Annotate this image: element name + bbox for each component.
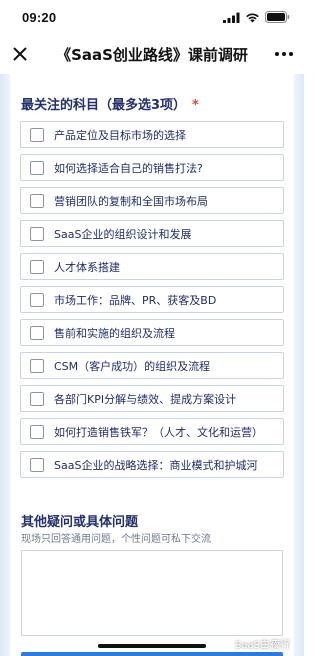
option-label: 营销团队的复制和全国市场布局 <box>54 194 208 208</box>
checkbox[interactable] <box>30 292 44 307</box>
submit-button[interactable] <box>21 652 283 656</box>
checkbox[interactable] <box>30 127 44 142</box>
question-2-title: 其他疑问或具体问题 <box>21 515 139 530</box>
option-item[interactable]: 人才体系搭建 <box>20 253 284 280</box>
option-label: 产品定位及目标市场的选择 <box>54 128 186 142</box>
watermark-text: SaaS白夜行 <box>235 640 290 651</box>
close-button[interactable] <box>0 34 40 74</box>
survey-page: 最关注的科目（最多选3项） * 产品定位及目标市场的选择 如何选择适合自己的销售打… <box>0 74 304 656</box>
option-item[interactable]: 各部门KPI分解与绩效、提成方案设计 <box>20 385 284 412</box>
question-2-textarea[interactable] <box>21 550 283 636</box>
option-label: SaaS企业的组织设计和发展 <box>54 227 192 241</box>
option-label: 如何打造销售铁军？（人才、文化和运营） <box>54 425 263 439</box>
option-item[interactable]: CSM（客户成功）的组织及流程 <box>20 352 284 379</box>
checkbox[interactable] <box>30 259 44 274</box>
checkbox[interactable] <box>30 160 44 175</box>
option-item[interactable]: 产品定位及目标市场的选择 <box>20 121 284 148</box>
watermark: SaaS白夜行 <box>218 636 290 651</box>
option-item[interactable]: SaaS企业的战略选择：商业模式和护城河 <box>20 451 284 478</box>
option-label: 售前和实施的组织及流程 <box>54 326 175 340</box>
checkbox[interactable] <box>30 193 44 208</box>
option-item[interactable]: 营销团队的复制和全国市场布局 <box>20 187 284 214</box>
more-button[interactable] <box>264 34 304 74</box>
option-label: 各部门KPI分解与绩效、提成方案设计 <box>54 392 237 406</box>
option-item[interactable]: 售前和实施的组织及流程 <box>20 319 284 346</box>
status-icons <box>223 11 290 23</box>
battery-icon <box>265 11 290 23</box>
option-label: 人才体系搭建 <box>54 260 120 274</box>
home-indicator[interactable] <box>98 644 206 648</box>
wechat-icon <box>218 637 232 649</box>
status-bar: 09:20 <box>0 0 304 34</box>
signal-icon <box>223 12 240 23</box>
question-1-title: 最关注的科目（最多选3项） * <box>21 94 199 113</box>
more-dots-icon <box>275 52 293 56</box>
option-label: SaaS企业的战略选择：商业模式和护城河 <box>54 458 258 472</box>
checkbox[interactable] <box>30 424 44 439</box>
checkbox[interactable] <box>30 391 44 406</box>
option-label: CSM（客户成功）的组织及流程 <box>54 359 211 373</box>
option-item[interactable]: 如何打造销售铁军？（人才、文化和运营） <box>20 418 284 445</box>
checkbox[interactable] <box>30 226 44 241</box>
option-item[interactable]: 市场工作：品牌、PR、获客及BD <box>20 286 284 313</box>
option-item[interactable]: 如何选择适合自己的销售打法? <box>20 154 284 181</box>
option-item[interactable]: SaaS企业的组织设计和发展 <box>20 220 284 247</box>
checkbox[interactable] <box>30 325 44 340</box>
page-title: 《SaaS创业路线》课前调研 <box>56 45 248 64</box>
question-1-text: 最关注的科目（最多选3项） <box>21 98 187 113</box>
survey-card: 最关注的科目（最多选3项） * 产品定位及目标市场的选择 如何选择适合自己的销售打… <box>10 74 294 656</box>
checkbox[interactable] <box>30 358 44 373</box>
wifi-icon <box>246 12 259 22</box>
close-icon <box>13 47 27 61</box>
status-time: 09:20 <box>22 9 57 25</box>
required-mark: * <box>192 98 199 113</box>
checkbox[interactable] <box>30 457 44 472</box>
nav-bar: 《SaaS创业路线》课前调研 <box>0 34 304 74</box>
question-1-options: 产品定位及目标市场的选择 如何选择适合自己的销售打法? 营销团队的复制和全国市场… <box>20 121 284 478</box>
question-2-hint: 现场只回答通用问题，个性问题可私下交流 <box>21 534 211 545</box>
option-label: 如何选择适合自己的销售打法? <box>54 161 203 175</box>
option-label: 市场工作：品牌、PR、获客及BD <box>54 293 217 307</box>
